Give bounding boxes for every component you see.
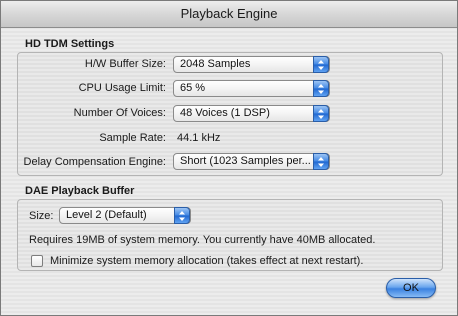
delay-comp-label: Delay Compensation Engine:	[23, 156, 166, 168]
dae-buffer-title: DAE Playback Buffer	[25, 185, 135, 197]
delay-comp-popup[interactable]: Short (1023 Samples per...	[173, 153, 330, 170]
buffer-size-label: H/W Buffer Size:	[84, 58, 166, 70]
cpu-limit-value: 65 %	[180, 82, 206, 94]
buffer-size-popup[interactable]: 2048 Samples	[173, 56, 330, 73]
cpu-limit-label: CPU Usage Limit:	[78, 82, 166, 94]
dae-size-popup[interactable]: Level 2 (Default)	[59, 207, 191, 224]
dae-size-value: Level 2 (Default)	[66, 209, 147, 221]
voices-value: 48 Voices (1 DSP)	[180, 107, 270, 119]
popup-arrows-icon	[313, 56, 329, 73]
dialog-title: Playback Engine	[1, 1, 457, 28]
hd-tdm-settings-title: HD TDM Settings	[25, 38, 115, 50]
dae-size-label: Size:	[29, 210, 54, 222]
delay-comp-value: Short (1023 Samples per...	[180, 155, 310, 167]
buffer-size-value: 2048 Samples	[180, 58, 251, 70]
playback-engine-dialog: Playback Engine HD TDM Settings H/W Buff…	[0, 0, 458, 316]
minimize-memory-checkbox[interactable]	[31, 255, 43, 267]
voices-label: Number Of Voices:	[73, 107, 166, 119]
popup-arrows-icon	[313, 153, 329, 170]
voices-popup[interactable]: 48 Voices (1 DSP)	[173, 105, 330, 122]
popup-arrows-icon	[174, 207, 190, 224]
popup-arrows-icon	[313, 105, 329, 122]
popup-arrows-icon	[313, 80, 329, 97]
sample-rate-label: Sample Rate:	[99, 132, 166, 144]
minimize-memory-label[interactable]: Minimize system memory allocation (takes…	[50, 255, 363, 267]
cpu-limit-popup[interactable]: 65 %	[173, 80, 330, 97]
ok-button[interactable]: OK	[386, 278, 436, 298]
sample-rate-value: 44.1 kHz	[177, 132, 221, 144]
memory-info-text: Requires 19MB of system memory. You curr…	[29, 234, 376, 246]
